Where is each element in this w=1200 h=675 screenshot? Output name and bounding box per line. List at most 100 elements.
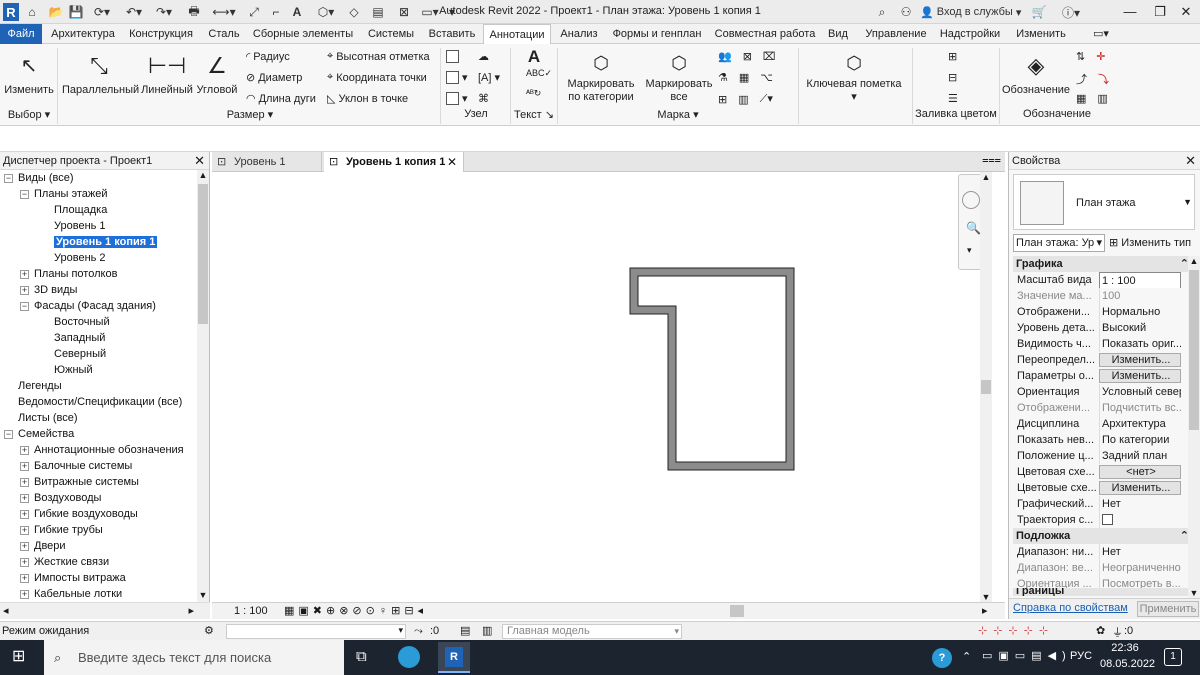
ribbon-minimize-icon[interactable]: ▭▾ [1088,24,1114,44]
scroll-thumb[interactable] [981,380,991,394]
browser-item[interactable]: Аннотационные обозначения [34,442,184,458]
maximize-button[interactable]: ❐ [1146,3,1174,21]
browser-item[interactable]: Южный [54,362,93,378]
tab-modify[interactable]: Изменить [1008,24,1074,44]
tag-all-button[interactable]: ⬡ Маркировать все [644,48,714,104]
view-scale[interactable]: 1 : 100 [234,605,268,617]
browser-item[interactable]: Гибкие трубы [34,522,103,538]
browser-item[interactable]: Балочные системы [34,458,132,474]
type-selector[interactable]: План этажа ▼ [1013,174,1195,230]
scroll-right-icon[interactable]: ▸ [982,604,988,617]
tab-view[interactable]: Вид [823,24,853,44]
taskbar-search-input[interactable]: ⌕ Введите здесь текст для поиска [44,640,344,675]
angular-dimension-button[interactable]: ∠ Угловой [196,48,238,96]
tab-insert[interactable]: Вставить [425,24,479,44]
stair-path-button[interactable]: ▦ ▥ [1076,92,1108,105]
workset-select[interactable]: ▾ [226,624,406,639]
color-fill-legend-button[interactable]: ☰ [948,92,958,105]
close-button[interactable]: ✕ [1172,3,1200,21]
scroll-thumb[interactable] [198,184,208,324]
browser-item[interactable]: Площадка [54,202,107,218]
background-processes-icon[interactable]: ✿ [1096,624,1105,637]
property-edit-button[interactable]: <нет> [1099,465,1181,479]
binoculars-icon[interactable]: ⚇ [898,4,914,20]
multi-category-tag-button[interactable]: 👥 ⊠ ⌧ [718,50,776,63]
browser-item[interactable]: Легенды [18,378,62,394]
property-row[interactable]: Диапазон: ни... Нет [1013,544,1183,560]
property-row[interactable]: Цветовая схе... <нет> [1013,464,1183,480]
material-tag-button[interactable]: ⚗ ▦ ⌥ [718,71,773,84]
browser-item[interactable]: Фасады (Фасад здания) [34,298,156,314]
collapse-icon[interactable]: − [4,430,13,439]
notifications-icon[interactable]: 1 [1164,648,1182,666]
view-reference-button[interactable]: ⊞ ▥ ⟋▾ [718,92,773,106]
browser-item[interactable]: Западный [54,330,105,346]
language-indicator[interactable]: РУС [1070,650,1092,662]
tab-massing-site[interactable]: Формы и генплан [607,24,707,44]
canvas-scrollbar[interactable]: ▲ ▼ [980,172,992,602]
expand-icon[interactable]: + [20,574,29,583]
property-row[interactable]: Отображени... Подчистить вс... [1013,400,1183,416]
diameter-dimension-button[interactable]: ⊘ Диаметр [246,71,302,85]
property-row[interactable]: Ориентация Условный север [1013,384,1183,400]
clock-time[interactable]: 22:36 [1102,642,1148,654]
detail-line-button[interactable] [446,50,459,63]
browser-item[interactable]: Кабельные лотки [34,586,122,600]
tab-list-icon[interactable]: ⩶ [982,154,1001,167]
search-icon[interactable]: ⌕ [872,4,892,20]
revit-logo-icon[interactable]: R [3,3,19,21]
property-row[interactable]: Дисциплина Архитектура [1013,416,1183,432]
keynote-button[interactable]: ⬡ Ключевая пометка ▾ [804,48,904,103]
scroll-up-icon[interactable]: ▲ [980,172,992,182]
scroll-down-icon[interactable]: ▼ [197,590,209,602]
text-panel-label[interactable]: Текст ↘ [512,108,556,121]
tab-collaborate[interactable]: Совместная работа [713,24,817,44]
tab-steel[interactable]: Сталь [203,24,245,44]
signin-button[interactable]: 👤 Вход в службы ▾ [920,4,1024,20]
minimize-button[interactable]: — [1116,3,1144,21]
apply-button[interactable]: Применить [1137,601,1199,617]
expand-icon[interactable]: + [20,462,29,471]
region-button[interactable]: [A] ▾ [478,71,500,85]
print-icon[interactable]: 🖶 [186,4,202,20]
drawing-canvas[interactable]: 🔍 ▾ ▲ ▼ [212,172,992,602]
section-icon[interactable]: ◇ [346,4,362,20]
property-edit-button[interactable]: Изменить... [1099,369,1181,383]
property-row[interactable]: Видимость ч... Показать ориг... [1013,336,1183,352]
spot-slope-button[interactable]: ◺ Уклон в точке [327,92,408,106]
edge-browser-icon[interactable] [398,646,420,668]
close-hidden-icon[interactable]: ⊠ [396,4,412,20]
expand-icon[interactable]: + [20,526,29,535]
browser-item[interactable]: Импосты витража [34,570,126,586]
properties-scrollbar[interactable]: ▲ ▼ [1188,256,1200,598]
property-row[interactable]: Диапазон: ве... Неограниченно [1013,560,1183,576]
tag-icon[interactable]: ⌐ [268,4,284,20]
property-row[interactable]: Масштаб вида 1 : 100 [1013,272,1183,288]
view-hscroll-thumb[interactable] [730,605,744,617]
tab-annotate[interactable]: Аннотации [483,24,551,45]
expand-icon[interactable]: + [20,446,29,455]
browser-item[interactable]: Северный [54,346,106,362]
property-row[interactable]: Уровень дета... Высокий [1013,320,1183,336]
property-checkbox[interactable] [1099,512,1181,528]
help-icon[interactable]: ⓘ▾ [1056,4,1086,20]
tag-panel-label[interactable]: Марка ▾ [560,108,796,121]
group-underlay[interactable]: Подложка ⌃ [1013,528,1193,544]
tab-manage[interactable]: Управление [858,24,934,44]
expand-icon[interactable]: + [20,286,29,295]
modify-button[interactable]: ↖ Изменить [3,48,55,96]
expand-icon[interactable]: + [20,270,29,279]
tab-file[interactable]: Файл [0,24,42,44]
view-controls-icon[interactable]: ▦▣✖⊕⊗⊘⊙♀⊞⊟◂ [284,604,427,617]
select-panel-label[interactable]: Выбор ▾ [4,108,54,121]
tab-addins[interactable]: Надстройки [938,24,1002,44]
collapse-icon[interactable]: − [20,302,29,311]
design-option-select[interactable]: Главная модель ▾ [502,624,682,639]
sync-icon[interactable]: ⟳▾ [90,4,114,20]
expand-icon[interactable]: + [20,510,29,519]
tray-icons[interactable]: ▭▣▭▤◀) [982,649,1072,662]
browser-item[interactable]: Уровень 2 [54,250,106,266]
property-row[interactable]: Положение ц... Задний план [1013,448,1183,464]
beam-annotation-button[interactable]: ⤴ ⤵ [1076,71,1109,87]
open-icon[interactable]: 📂 [48,4,64,20]
